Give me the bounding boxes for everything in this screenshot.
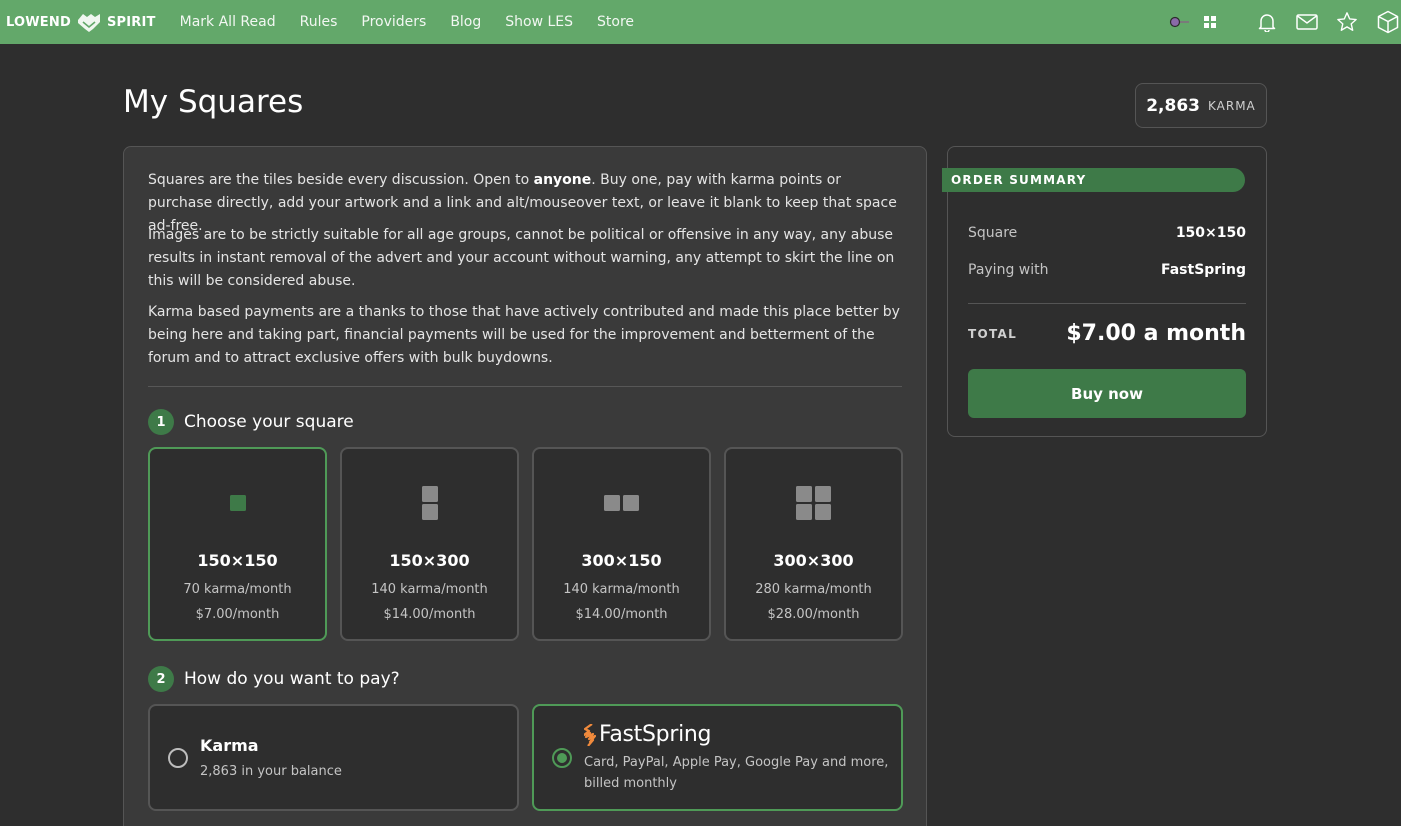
summary-square-label: Square (968, 225, 1018, 241)
cube-icon[interactable] (1375, 10, 1401, 34)
section-divider (148, 386, 902, 387)
intro-paragraph-2: Images are to be strictly suitable for a… (148, 227, 895, 289)
grid-icon[interactable] (1202, 16, 1218, 28)
square-karma-price: 140 karma/month (563, 582, 680, 597)
summary-paying-row: Paying with FastSpring (968, 262, 1246, 278)
intro-anyone-bold: anyone (533, 172, 592, 188)
pay-with-fastspring-option[interactable]: FastSpring Card, PayPal, Apple Pay, Goog… (532, 704, 903, 811)
summary-paying-value: FastSpring (1160, 262, 1246, 278)
summary-total-row: TOTAL $7.00 a month (968, 321, 1246, 346)
nav-providers[interactable]: Providers (361, 14, 426, 30)
karma-balance-label: KARMA (1208, 98, 1256, 113)
square-options: 150×150 70 karma/month $7.00/month 150×3… (148, 447, 903, 641)
square-money-price: $14.00/month (383, 607, 476, 622)
squares-main-card: Squares are the tiles beside every discu… (123, 146, 927, 826)
nav-blog[interactable]: Blog (450, 14, 481, 30)
fastspring-wordmark: FastSpring (599, 722, 712, 747)
fastspring-bolt-icon (584, 723, 596, 746)
nav-store[interactable]: Store (597, 14, 634, 30)
step-choose-square: 1 Choose your square (148, 409, 354, 435)
fastspring-radio[interactable] (552, 748, 572, 768)
square-size: 300×300 (773, 551, 854, 570)
square-size: 150×300 (389, 551, 470, 570)
karma-balance-badge: 2,863 KARMA (1135, 83, 1267, 128)
order-summary-card: ORDER SUMMARY Square 150×150 Paying with… (942, 146, 1267, 437)
square-karma-price: 70 karma/month (183, 582, 292, 597)
pay-with-karma-option[interactable]: Karma 2,863 in your balance (148, 704, 519, 811)
karma-option-title: Karma (200, 736, 259, 755)
square-tall-icon (342, 485, 517, 521)
square-wide-icon (534, 485, 709, 521)
summary-total-value: $7.00 a month (1066, 321, 1246, 346)
karma-balance-value: 2,863 (1146, 95, 1200, 116)
logo-text-right: SPIRIT (106, 14, 156, 30)
star-icon[interactable] (1335, 11, 1359, 33)
fastspring-option-description: Card, PayPal, Apple Pay, Google Pay and … (584, 755, 889, 791)
summary-square-row: Square 150×150 (968, 225, 1246, 241)
step-payment-method: 2 How do you want to pay? (148, 666, 400, 692)
step-label: How do you want to pay? (184, 669, 400, 689)
square-small-icon (150, 485, 325, 521)
top-navbar: LOWEND SPIRIT Mark All Read Rules Provid… (0, 0, 1401, 44)
logo-text-left: LOWEND (6, 14, 71, 30)
theme-toggle-icon[interactable] (1168, 16, 1192, 28)
square-option-300x150[interactable]: 300×150 140 karma/month $14.00/month (532, 447, 711, 641)
site-logo[interactable]: LOWEND SPIRIT (0, 0, 156, 44)
buy-now-button[interactable]: Buy now (968, 369, 1246, 418)
step-number-badge: 2 (148, 666, 174, 692)
nav-rules[interactable]: Rules (300, 14, 338, 30)
square-karma-price: 280 karma/month (755, 582, 872, 597)
order-summary-heading: ORDER SUMMARY (942, 168, 1245, 192)
square-money-price: $7.00/month (195, 607, 280, 622)
bell-icon[interactable] (1256, 12, 1278, 32)
square-size: 150×150 (197, 551, 278, 570)
square-option-300x300[interactable]: 300×300 280 karma/month $28.00/month (724, 447, 903, 641)
page-title: My Squares (123, 84, 304, 120)
nav-show-les[interactable]: Show LES (505, 14, 573, 30)
square-money-price: $28.00/month (767, 607, 860, 622)
square-size: 300×150 (581, 551, 662, 570)
nav-mark-all-read[interactable]: Mark All Read (180, 14, 276, 30)
square-karma-price: 140 karma/month (371, 582, 488, 597)
summary-divider (968, 303, 1246, 304)
step-label: Choose your square (184, 412, 354, 432)
fastspring-logo: FastSpring (584, 722, 712, 747)
step-number-badge: 1 (148, 409, 174, 435)
karma-radio[interactable] (168, 748, 188, 768)
summary-square-value: 150×150 (1175, 225, 1246, 241)
intro-paragraph-3: Karma based payments are a thanks to tho… (148, 304, 900, 366)
square-option-150x150[interactable]: 150×150 70 karma/month $7.00/month (148, 447, 327, 641)
square-large-icon (726, 485, 901, 521)
square-option-150x300[interactable]: 150×300 140 karma/month $14.00/month (340, 447, 519, 641)
summary-total-label: TOTAL (968, 326, 1018, 341)
mail-icon[interactable] (1296, 14, 1318, 30)
handshake-logo-icon (75, 10, 103, 34)
summary-paying-label: Paying with (968, 262, 1049, 278)
payment-options: Karma 2,863 in your balance FastSpring C… (148, 704, 903, 811)
square-money-price: $14.00/month (575, 607, 668, 622)
karma-option-balance: 2,863 in your balance (200, 764, 342, 779)
